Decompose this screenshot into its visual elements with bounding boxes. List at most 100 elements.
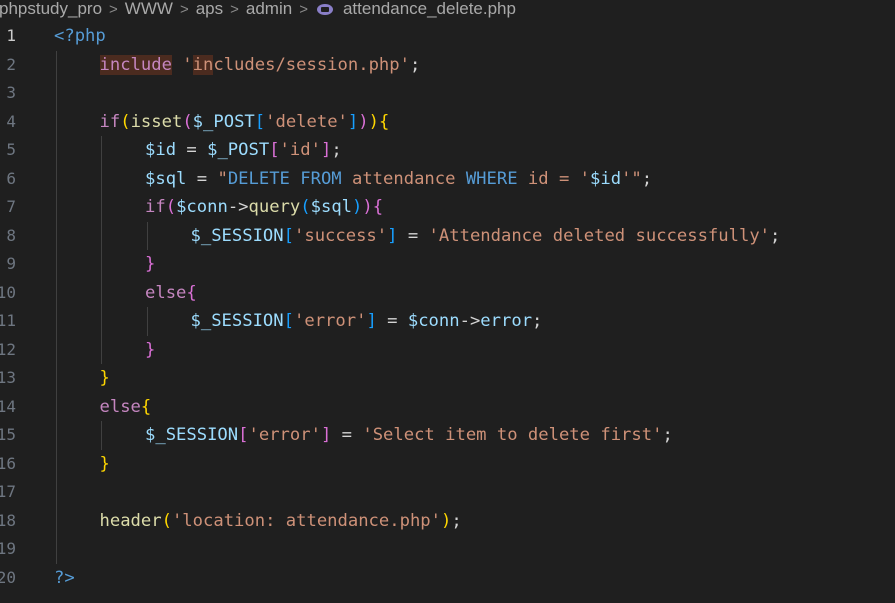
breadcrumb-item[interactable]: admin	[244, 0, 294, 18]
code-token: [	[283, 311, 294, 331]
code-text: <?php	[54, 22, 106, 51]
code-text: $sql = "DELETE FROM attendance WHERE id …	[145, 165, 652, 194]
code-text: }	[145, 250, 155, 279]
code-token: 'delete'	[265, 111, 348, 132]
code-token: }	[99, 453, 110, 474]
code-line[interactable]: 4 if(isset($_POST['delete'])){	[0, 107, 895, 136]
code-token: }	[145, 339, 156, 360]
code-token: ;	[641, 168, 653, 189]
indent-guide	[56, 449, 57, 478]
code-area[interactable]: 1 <?php 2 include 'includes/session.php'; 3 4…	[0, 22, 895, 592]
code-line[interactable]: 8 $_SESSION['success'] = 'Attendance dele…	[0, 221, 895, 251]
line-number: 12	[0, 339, 16, 359]
code-text: if($conn->query($sql)){	[145, 193, 383, 222]
code-line[interactable]: 1 <?php	[0, 22, 895, 51]
code-token: ;	[409, 54, 421, 75]
indent-guide	[56, 392, 57, 421]
code-token: $sql	[310, 197, 353, 217]
code-token: else	[99, 396, 141, 417]
code-token: cludes/session.php'	[213, 54, 410, 75]
indent-guide	[56, 250, 57, 279]
code-line[interactable]: 2 include 'includes/session.php';	[0, 50, 895, 79]
line-number: 9	[6, 254, 16, 273]
code-line[interactable]: 10 else{	[0, 278, 895, 307]
code-line[interactable]: 12}	[0, 335, 895, 365]
code-token: )	[358, 111, 369, 132]
code-token: isset	[130, 111, 183, 132]
php-elephant-icon	[316, 3, 333, 15]
code-line[interactable]: 17	[0, 478, 895, 507]
code-text: }	[145, 336, 155, 365]
code-token: $_POST	[192, 111, 255, 132]
code-text: header('location: attendance.php');	[100, 507, 462, 536]
indent-guide	[56, 193, 57, 222]
line-number: 3	[6, 83, 16, 102]
code-text: $_SESSION['success'] = 'Attendance delet…	[191, 222, 781, 251]
code-line[interactable]: 14 else{	[0, 392, 895, 421]
indent-guide	[101, 221, 102, 250]
code-line[interactable]: 5 $id = $_POST['id'];	[0, 136, 895, 165]
indent-guide	[147, 307, 148, 336]
code-token: include	[99, 54, 172, 75]
line-number: 19	[0, 539, 16, 558]
indent-guide	[56, 221, 57, 250]
code-text: }	[100, 364, 110, 393]
line-number: 15	[0, 425, 16, 444]
indent-guide	[101, 335, 102, 364]
code-editor[interactable]: phpstudy_pro > WWW > aps > admin > atten…	[0, 0, 895, 603]
line-number: 14	[0, 396, 16, 416]
indent-guide	[56, 164, 57, 193]
code-token: $_SESSION	[190, 311, 284, 331]
indent-guide	[56, 307, 57, 336]
code-token: header	[99, 510, 162, 531]
breadcrumb-item[interactable]: aps	[194, 0, 225, 18]
line-number: 17	[0, 482, 16, 501]
code-token: 'Select item to delete first'	[362, 425, 663, 445]
chevron-right-icon: >	[179, 0, 189, 18]
code-token: ;	[532, 311, 543, 331]
code-line[interactable]: 16}	[0, 449, 895, 478]
code-line[interactable]: 7 if($conn->query($sql)){	[0, 193, 895, 222]
code-token: }	[99, 368, 110, 388]
indent-guide	[101, 136, 102, 165]
indent-guide	[56, 535, 57, 564]
code-token: {	[186, 282, 197, 303]
line-number: 4	[6, 111, 16, 131]
code-token: ;	[770, 225, 781, 246]
indent-guide	[101, 250, 102, 279]
line-number: 8	[6, 225, 16, 245]
code-token: "	[217, 168, 228, 189]
code-line[interactable]: 11 $_SESSION['error'] = $conn->error;	[0, 307, 895, 336]
indent-guide	[101, 278, 102, 307]
line-number: 20	[0, 567, 16, 587]
line-number: 11	[0, 311, 16, 330]
code-line[interactable]: 20 ?>	[0, 564, 895, 593]
code-token: if	[145, 197, 166, 217]
code-token: '	[182, 54, 193, 75]
code-token: ;	[451, 510, 462, 531]
indent-guide	[101, 193, 102, 222]
code-line[interactable]: 18 header('location: attendance.php');	[0, 506, 895, 536]
code-token: (	[300, 197, 311, 217]
code-token: 'success'	[294, 225, 388, 246]
code-token: =	[376, 311, 408, 331]
code-line[interactable]: 19	[0, 535, 895, 564]
breadcrumb-item[interactable]: phpstudy_pro	[0, 0, 104, 18]
indent-guide	[56, 278, 57, 307]
code-token: DELETE FROM	[227, 168, 342, 189]
code-token: ;	[331, 140, 342, 160]
code-line[interactable]: 9}	[0, 250, 895, 279]
code-line[interactable]: 13}	[0, 364, 895, 393]
code-token: [	[269, 140, 280, 160]
code-token: (	[161, 510, 172, 531]
code-line[interactable]: 3	[0, 79, 895, 108]
line-number: 18	[0, 510, 16, 530]
code-line[interactable]: 15 $_SESSION['error'] = 'Select item to d…	[0, 421, 895, 450]
line-number: 1	[6, 26, 16, 45]
code-line[interactable]: 6 $sql = "DELETE FROM attendance WHERE id…	[0, 164, 895, 194]
breadcrumb-file[interactable]: attendance_delete.php	[341, 0, 518, 18]
code-token: $id	[145, 140, 177, 160]
breadcrumb-item[interactable]: WWW	[123, 0, 175, 18]
code-token: ]	[387, 225, 398, 246]
code-token: ->	[227, 197, 249, 217]
